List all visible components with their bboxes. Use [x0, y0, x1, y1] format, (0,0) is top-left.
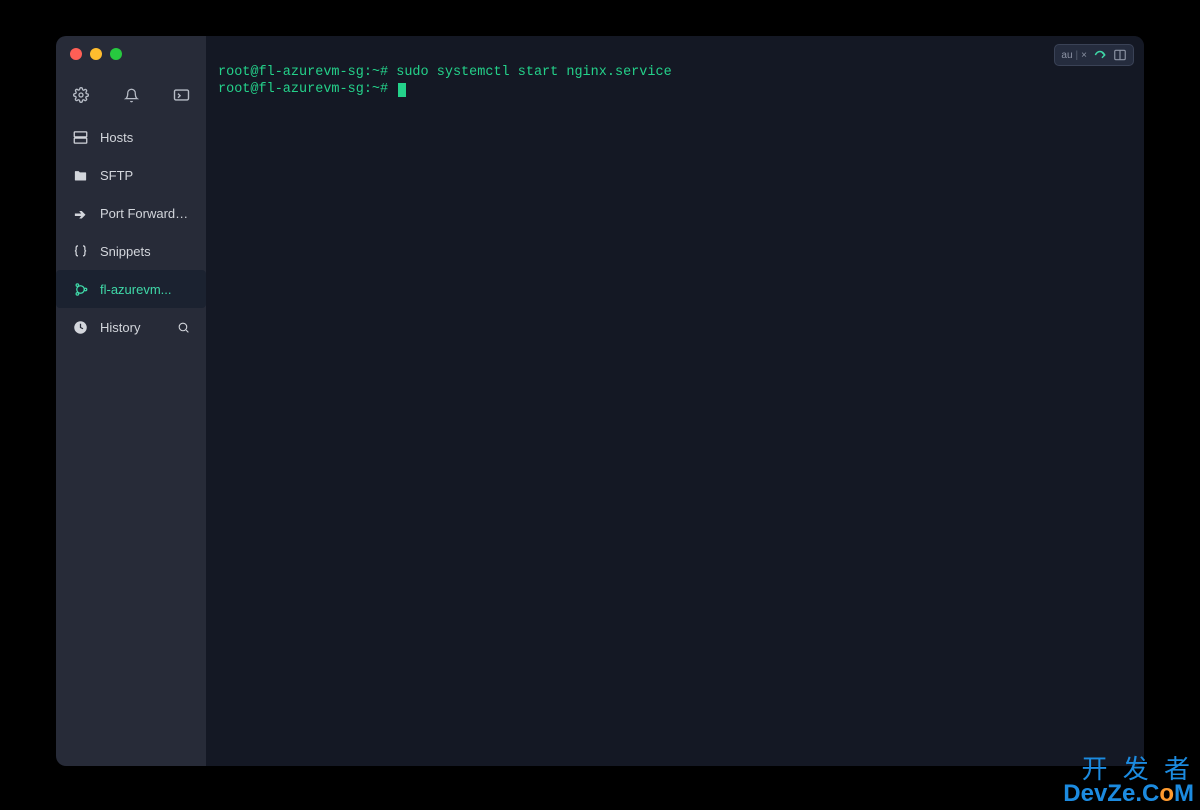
- sidebar-item-label: Hosts: [100, 130, 190, 145]
- share-icon[interactable]: [1093, 48, 1107, 62]
- sidebar-item-label: Port Forwarding: [100, 206, 190, 221]
- terminal-toolbar: au | ×: [1054, 44, 1134, 66]
- sidebar: Hosts SFTP Port Forwarding Snippets: [56, 36, 206, 766]
- window-controls: [56, 36, 206, 68]
- sidebar-item-port-forwarding[interactable]: Port Forwarding: [56, 194, 206, 232]
- watermark-line2: DevZe.CoM: [1063, 782, 1194, 806]
- badge-close: ×: [1081, 50, 1087, 61]
- terminal-line: root@fl-azurevm-sg:~#: [218, 81, 1132, 98]
- app-window: Hosts SFTP Port Forwarding Snippets: [56, 36, 1144, 766]
- sidebar-item-label: SFTP: [100, 168, 190, 183]
- split-pane-icon[interactable]: [1113, 48, 1127, 62]
- terminal-line: root@fl-azurevm-sg:~# sudo systemctl sta…: [218, 64, 1132, 81]
- terminal-pane: au | × root@fl-azurevm-sg:~# sudo system…: [206, 36, 1144, 766]
- sidebar-item-snippets[interactable]: Snippets: [56, 232, 206, 270]
- sidebar-item-connection[interactable]: fl-azurevm...: [56, 270, 206, 308]
- sidebar-item-label: Snippets: [100, 244, 190, 259]
- sidebar-top-icons: [56, 68, 206, 118]
- ubuntu-icon: [72, 281, 88, 297]
- close-window-button[interactable]: [70, 48, 82, 60]
- terminal-cursor: [398, 83, 406, 97]
- minimize-window-button[interactable]: [90, 48, 102, 60]
- sidebar-item-label: History: [100, 320, 164, 335]
- sidebar-item-history[interactable]: History: [56, 308, 206, 346]
- sidebar-item-hosts[interactable]: Hosts: [56, 118, 206, 156]
- sidebar-item-label: fl-azurevm...: [100, 282, 190, 297]
- sidebar-item-sftp[interactable]: SFTP: [56, 156, 206, 194]
- maximize-window-button[interactable]: [110, 48, 122, 60]
- encoding-badge[interactable]: au | ×: [1061, 50, 1087, 61]
- forward-icon: [72, 205, 88, 221]
- terminal-icon[interactable]: [172, 86, 190, 104]
- braces-icon: [72, 243, 88, 259]
- bell-icon[interactable]: [122, 86, 140, 104]
- folder-icon: [72, 167, 88, 183]
- search-icon[interactable]: [176, 320, 190, 334]
- terminal-output[interactable]: root@fl-azurevm-sg:~# sudo systemctl sta…: [206, 36, 1144, 110]
- server-icon: [72, 129, 88, 145]
- gear-icon[interactable]: [72, 86, 90, 104]
- badge-text: au: [1061, 50, 1072, 61]
- sidebar-nav: Hosts SFTP Port Forwarding Snippets: [56, 118, 206, 346]
- clock-icon: [72, 319, 88, 335]
